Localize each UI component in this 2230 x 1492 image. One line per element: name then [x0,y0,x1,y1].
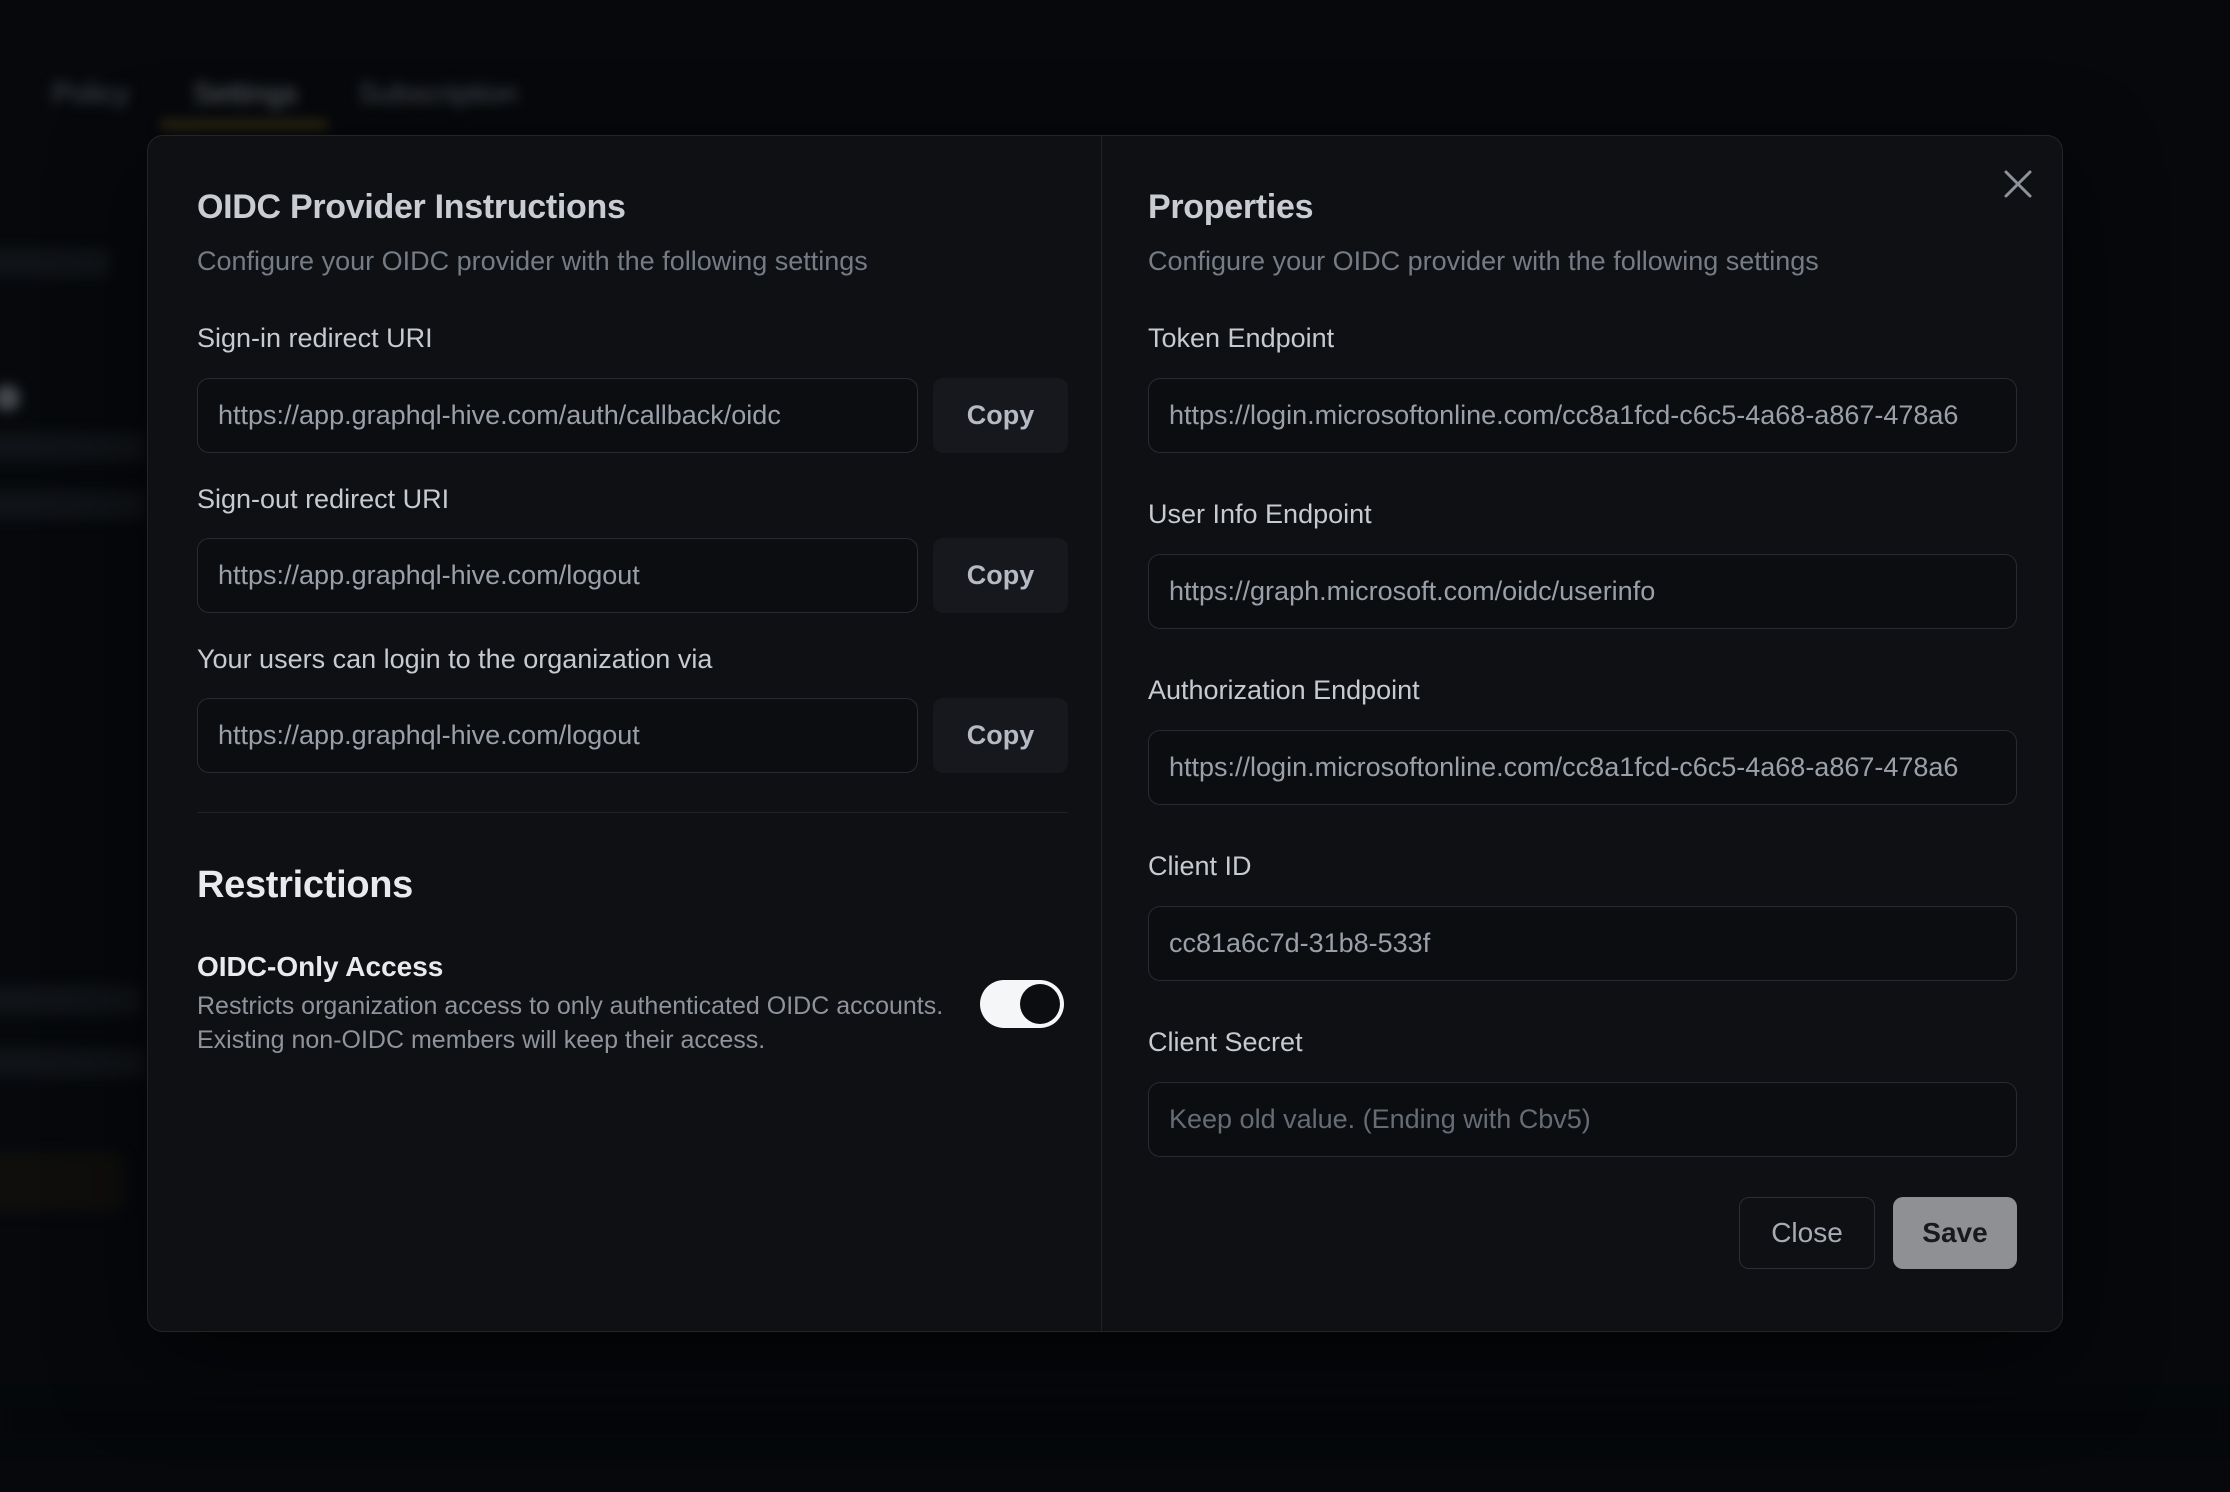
left-column-title: OIDC Provider Instructions [197,188,626,227]
oidc-only-access-label: OIDC-Only Access [197,951,443,983]
right-column-title: Properties [1148,188,1313,227]
authorization-endpoint-label: Authorization Endpoint [1148,675,1420,706]
client-secret-input[interactable] [1148,1082,2017,1157]
toggle-knob [1020,984,1060,1024]
sign-in-redirect-uri-input[interactable] [197,378,918,453]
login-via-input[interactable] [197,698,918,773]
left-column-subtitle: Configure your OIDC provider with the fo… [197,246,868,277]
client-id-input[interactable] [1148,906,2017,981]
login-via-label: Your users can login to the organization… [197,644,712,675]
client-secret-label: Client Secret [1148,1027,1303,1058]
user-info-endpoint-input[interactable] [1148,554,2017,629]
sign-out-redirect-uri-input[interactable] [197,538,918,613]
oidc-settings-modal: OIDC Provider Instructions Configure you… [147,135,2063,1332]
client-id-label: Client ID [1148,851,1252,882]
right-column-subtitle: Configure your OIDC provider with the fo… [1148,246,1819,277]
copy-sign-out-uri-button[interactable]: Copy [933,538,1068,613]
restrictions-heading: Restrictions [197,864,413,907]
close-icon[interactable] [1996,162,2040,206]
sign-out-redirect-uri-label: Sign-out redirect URI [197,484,449,515]
authorization-endpoint-input[interactable] [1148,730,2017,805]
user-info-endpoint-label: User Info Endpoint [1148,499,1372,530]
token-endpoint-input[interactable] [1148,378,2017,453]
oidc-only-access-description-line2: Existing non-OIDC members will keep thei… [197,1026,765,1055]
sign-in-redirect-uri-label: Sign-in redirect URI [197,323,433,354]
column-divider [1101,136,1102,1331]
restrictions-divider [197,812,1068,813]
token-endpoint-label: Token Endpoint [1148,323,1334,354]
copy-login-via-button[interactable]: Copy [933,698,1068,773]
close-button[interactable]: Close [1739,1197,1875,1269]
oidc-only-access-description-line1: Restricts organization access to only au… [197,992,943,1021]
save-button[interactable]: Save [1893,1197,2017,1269]
oidc-only-access-toggle[interactable] [980,980,1064,1028]
copy-sign-in-uri-button[interactable]: Copy [933,378,1068,453]
